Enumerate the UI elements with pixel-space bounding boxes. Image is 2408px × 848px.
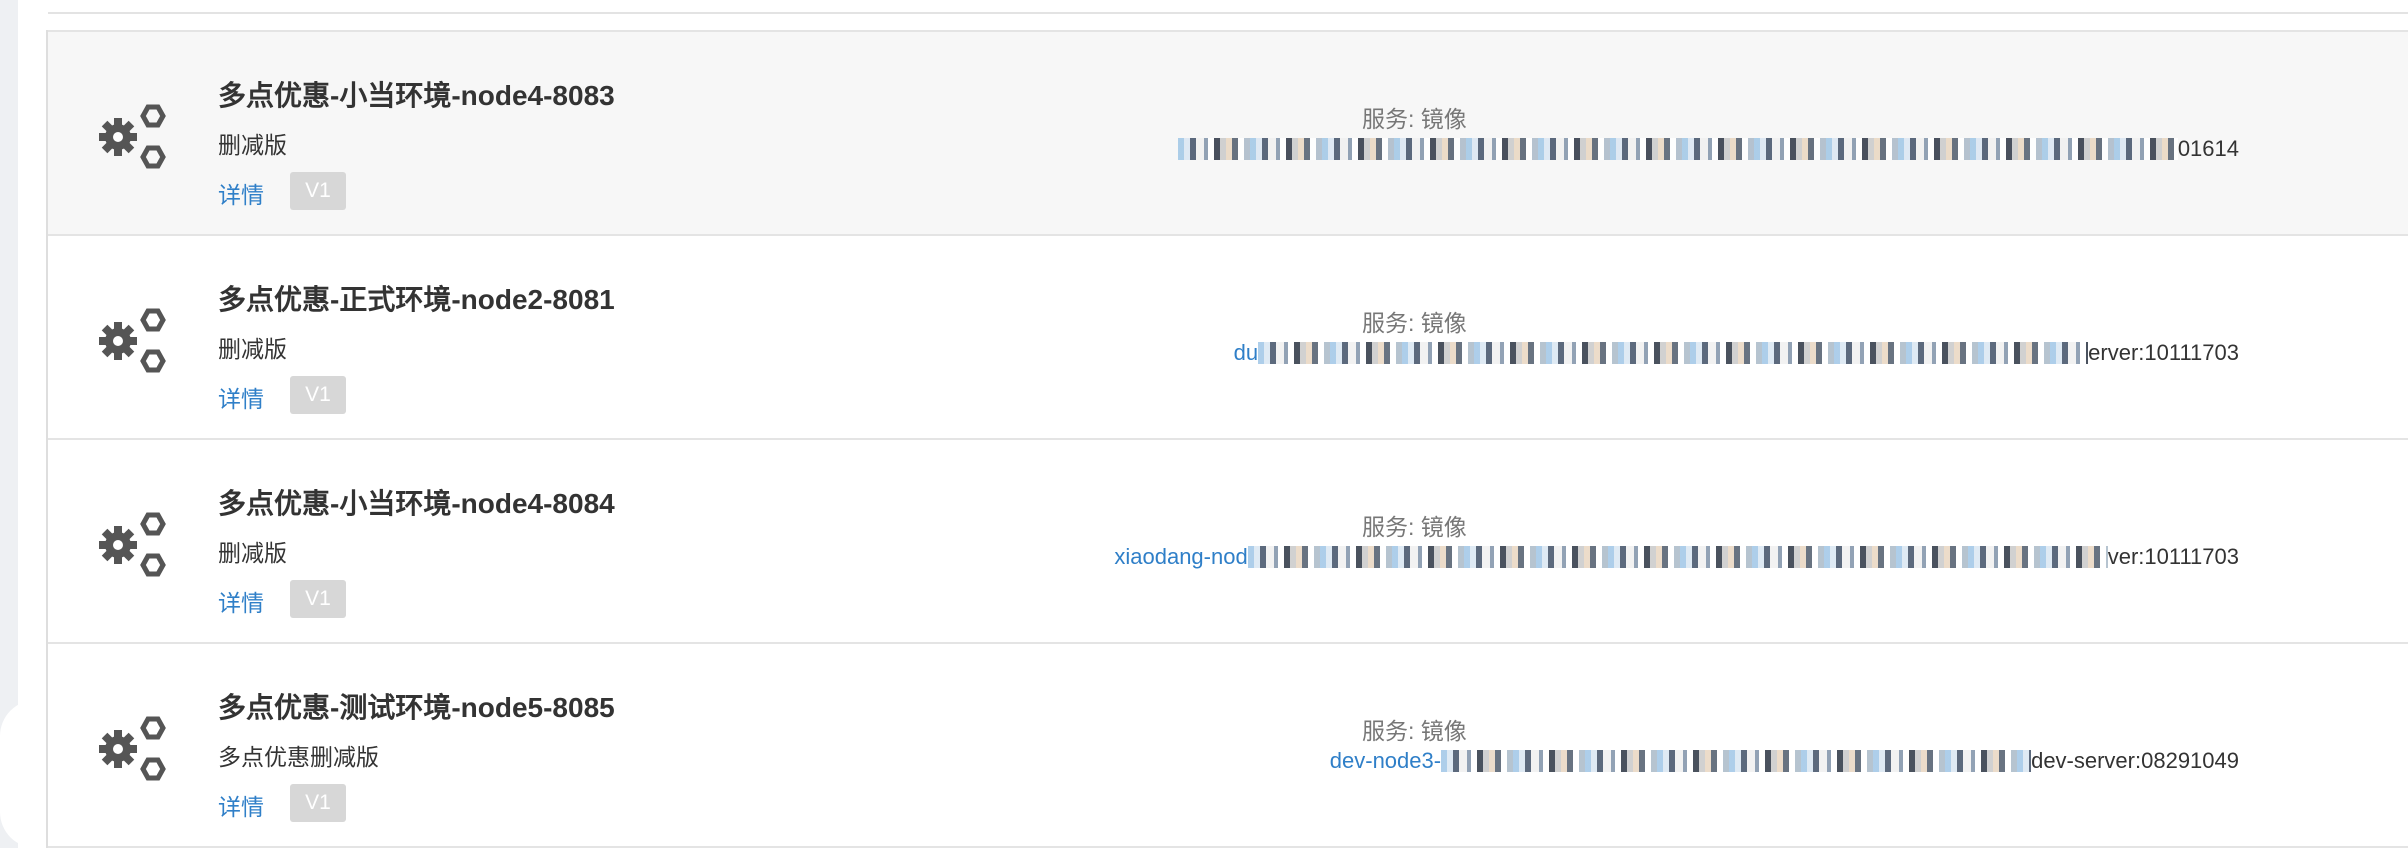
image-name: du erver:10111703 bbox=[1234, 338, 2239, 368]
redacted-image-text bbox=[1247, 546, 2108, 568]
row-description: 删减版 bbox=[218, 540, 287, 566]
image-suffix: 01614 bbox=[2177, 136, 2239, 161]
redacted-image-text bbox=[1441, 750, 2032, 772]
gears-icon bbox=[92, 510, 172, 580]
row-description: 删减版 bbox=[218, 336, 287, 362]
image-prefix[interactable]: xiaodang-nod bbox=[1114, 544, 1247, 570]
gears-icon bbox=[92, 102, 172, 172]
image-prefix[interactable]: du bbox=[1234, 340, 1258, 366]
row-description: 多点优惠删减版 bbox=[218, 744, 379, 770]
row-description: 删减版 bbox=[218, 132, 287, 158]
image-name: xiaodang-nod ver:10111703 bbox=[1114, 542, 2239, 572]
detail-link[interactable]: 详情 bbox=[218, 788, 264, 822]
image-suffix: ver:10111703 bbox=[2107, 544, 2239, 569]
image-name: 01614 bbox=[1177, 134, 2239, 164]
service-label: 服务: 镜像 bbox=[1362, 514, 1467, 540]
gutter-curve bbox=[0, 700, 36, 848]
row-title: 多点优惠-测试环境-node5-8085 bbox=[218, 692, 615, 723]
redacted-image-text bbox=[1177, 138, 2178, 160]
version-badge: V1 bbox=[290, 580, 346, 618]
version-badge: V1 bbox=[290, 376, 346, 414]
detail-link[interactable]: 详情 bbox=[218, 584, 264, 618]
list-item[interactable]: 多点优惠-小当环境-node4-8083 删减版 详情 V1 服务: 镜像 01… bbox=[48, 30, 2408, 234]
service-label: 服务: 镜像 bbox=[1362, 310, 1467, 336]
row-title: 多点优惠-小当环境-node4-8084 bbox=[218, 488, 615, 519]
row-title: 多点优惠-正式环境-node2-8081 bbox=[218, 284, 615, 315]
image-suffix: dev-server:08291049 bbox=[2031, 748, 2239, 773]
image-prefix[interactable]: dev-node3- bbox=[1330, 748, 1441, 774]
gears-icon bbox=[92, 306, 172, 376]
service-list: 多点优惠-小当环境-node4-8083 删减版 详情 V1 服务: 镜像 01… bbox=[46, 30, 2408, 848]
list-item[interactable]: 多点优惠-正式环境-node2-8081 删减版 详情 V1 服务: 镜像 du… bbox=[48, 234, 2408, 438]
list-item[interactable]: 多点优惠-小当环境-node4-8084 删减版 详情 V1 服务: 镜像 xi… bbox=[48, 438, 2408, 642]
redacted-image-text bbox=[1258, 342, 2089, 364]
version-badge: V1 bbox=[290, 784, 346, 822]
gears-icon bbox=[92, 714, 172, 784]
top-divider bbox=[48, 12, 2408, 14]
version-badge: V1 bbox=[290, 172, 346, 210]
service-label: 服务: 镜像 bbox=[1362, 718, 1467, 744]
page: 多点优惠-小当环境-node4-8083 删减版 详情 V1 服务: 镜像 01… bbox=[0, 0, 2408, 848]
detail-link[interactable]: 详情 bbox=[218, 176, 264, 210]
service-label: 服务: 镜像 bbox=[1362, 106, 1467, 132]
detail-link[interactable]: 详情 bbox=[218, 380, 264, 414]
list-item[interactable]: 多点优惠-测试环境-node5-8085 多点优惠删减版 详情 V1 服务: 镜… bbox=[48, 642, 2408, 848]
image-suffix: erver:10111703 bbox=[2088, 340, 2239, 365]
row-title: 多点优惠-小当环境-node4-8083 bbox=[218, 80, 615, 111]
image-name: dev-node3- dev-server:08291049 bbox=[1330, 746, 2239, 776]
